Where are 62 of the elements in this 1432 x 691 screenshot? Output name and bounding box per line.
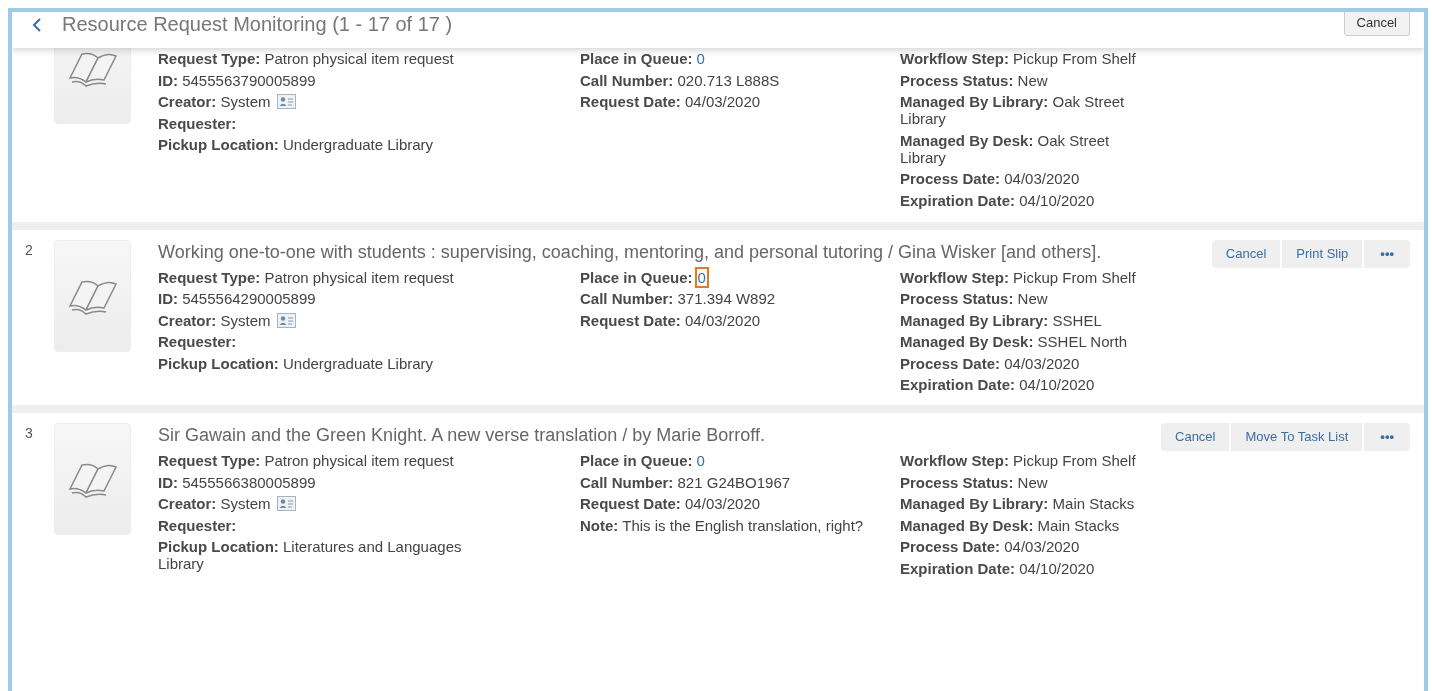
field-text: Pickup Location: Literatures and Languages Library [158, 538, 462, 572]
field-text: Managed By Desk: Main Stacks [900, 516, 1120, 534]
item-title[interactable]: Working one-to-one with students : supervising, coaching, mentoring, and personal tutoring / Gina Wisker [and others]. [158, 239, 1102, 263]
field-text: Expiration Date: 04/10/2020 [900, 376, 1095, 393]
field-text: Creator: System [158, 495, 271, 512]
field-text: Process Status: New [900, 473, 1048, 491]
row-number: 2 [25, 241, 33, 258]
field-text: Creator: System [158, 93, 271, 110]
field-text: Managed By Library: Oak Street Library [900, 93, 1125, 127]
action-button[interactable]: Move To Task List [1231, 423, 1363, 451]
more-button[interactable]: ••• [1364, 423, 1410, 451]
field-text: Place in Queue: [580, 50, 693, 67]
cancel-button[interactable]: Cancel [1343, 12, 1410, 36]
field-text: Managed By Library: Main Stacks [900, 495, 1135, 512]
field-text: Request Type: Patron physical item request [158, 268, 454, 286]
field-text: Place in Queue: [580, 268, 693, 286]
field-text: Expiration Date: 04/10/2020 [900, 559, 1095, 577]
row-number: 3 [25, 425, 33, 441]
field-text: ID: 5455564290005899 [158, 290, 316, 307]
back-icon[interactable] [32, 17, 42, 33]
person-card-icon[interactable] [276, 94, 296, 109]
page-title: Resource Request Monitoring (1 - 17 of 17 ) [62, 14, 453, 34]
field-text: Workflow Step: Pickup From Shelf [900, 50, 1136, 67]
person-card-icon[interactable] [276, 496, 296, 511]
person-card-icon[interactable] [276, 312, 296, 328]
field-text: Request Date: 04/03/2020 [580, 495, 761, 512]
field-text: Process Status: New [900, 71, 1048, 89]
field-text: Call Number: 821 G24BO1967 [580, 473, 791, 491]
field-text: ID: 5455566380005899 [158, 473, 316, 491]
field-text: Process Date: 04/03/2020 [900, 538, 1080, 555]
action-button[interactable]: Cancel [1211, 239, 1281, 268]
field-text: Request Type: Patron physical item request [158, 50, 454, 67]
field-text: Managed By Desk: Oak Street Library [900, 131, 1110, 166]
field-text: Workflow Step: Pickup From Shelf [900, 452, 1136, 469]
action-button[interactable]: Print Slip [1282, 239, 1363, 268]
field-text: Place in Queue: [580, 452, 693, 469]
field-text: Workflow Step: Pickup From Shelf [900, 268, 1136, 286]
field-text: Process Date: 04/03/2020 [900, 354, 1080, 372]
field-text: Pickup Location: Undergraduate Library [158, 354, 434, 372]
field-text: Call Number: 371.394 W892 [580, 290, 776, 307]
more-button[interactable]: ••• [1364, 239, 1410, 268]
field-text: Note: This is the English translation, right? [580, 516, 864, 534]
field-text: Managed By Desk: SSHEL North [900, 333, 1128, 350]
field-text: ID: 5455563790005899 [158, 71, 316, 89]
field-text: Requester: [158, 333, 237, 350]
field-text: Process Status: New [900, 290, 1048, 307]
field-text: Requester: [158, 516, 237, 534]
field-text: Call Number: 020.713 L888S [580, 71, 780, 89]
field-text: Process Date: 04/03/2020 [900, 170, 1080, 187]
queue-link[interactable]: 0 [696, 452, 705, 469]
item-title[interactable]: Sir Gawain and the Green Knight. A new verse translation / by Marie Borroff. [158, 423, 765, 446]
field-text: Managed By Library: SSHEL [900, 311, 1102, 329]
queue-link[interactable]: 0 [696, 268, 707, 286]
field-text: Creator: System [158, 311, 271, 329]
field-text: Pickup Location: Undergraduate Library [158, 136, 434, 153]
field-text: Request Type: Patron physical item request [158, 452, 454, 469]
field-text: Request Date: 04/03/2020 [580, 93, 761, 110]
field-text: Expiration Date: 04/10/2020 [900, 191, 1095, 209]
field-text: Requester: [158, 114, 237, 132]
queue-link[interactable]: 0 [696, 50, 705, 67]
field-text: Request Date: 04/03/2020 [580, 311, 761, 329]
action-button[interactable]: Cancel [1161, 423, 1230, 451]
